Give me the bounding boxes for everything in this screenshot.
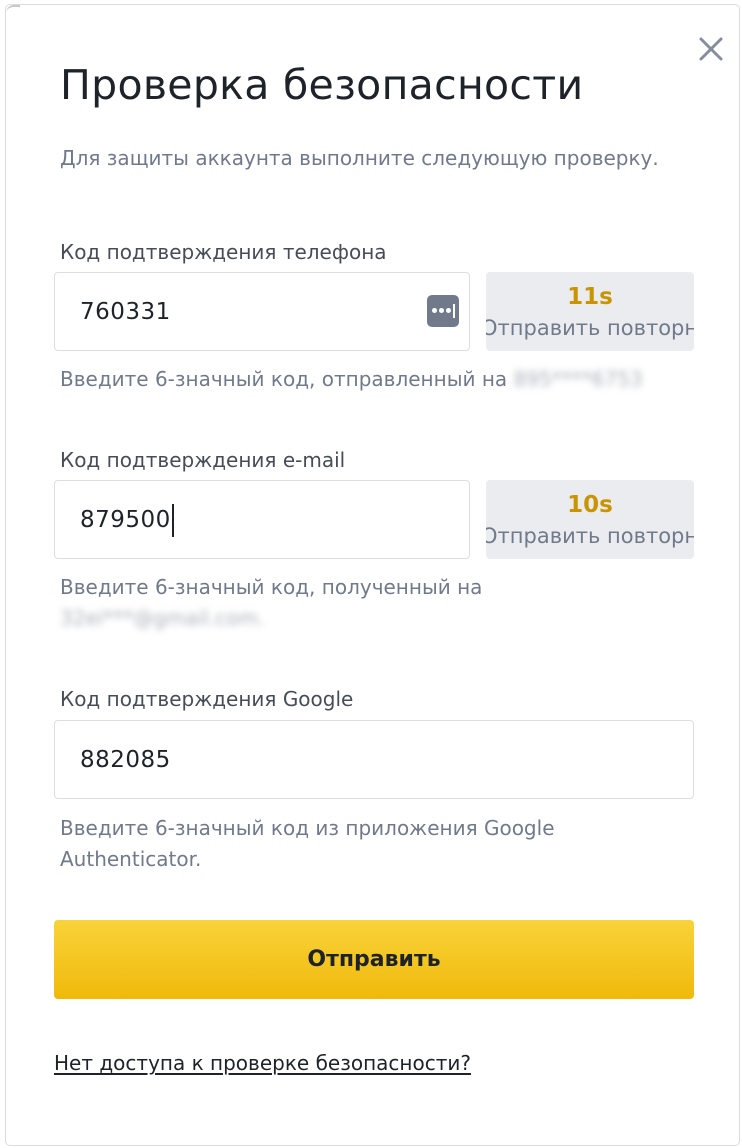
close-icon xyxy=(699,37,723,61)
phone-resend-timer: 11s xyxy=(567,284,613,310)
email-hint-text: Введите 6-значный код, полученный на xyxy=(60,575,483,599)
phone-resend-button[interactable]: 11s Отправить повторно xyxy=(486,272,694,351)
phone-code-hint: Введите 6-значный код, отправленный на 8… xyxy=(60,364,643,395)
password-manager-icon[interactable] xyxy=(427,295,459,327)
google-code-label: Код подтверждения Google xyxy=(60,687,354,711)
modal-subtitle: Для защиты аккаунта выполните следующую … xyxy=(60,146,659,170)
google-code-input[interactable] xyxy=(80,721,380,798)
email-code-hint: Введите 6-значный код, полученный на 32e… xyxy=(60,572,660,634)
phone-code-input[interactable] xyxy=(80,273,380,350)
email-resend-timer: 10s xyxy=(567,492,613,518)
submit-button[interactable]: Отправить xyxy=(54,920,694,999)
phone-code-field[interactable] xyxy=(54,272,470,351)
google-code-field[interactable] xyxy=(54,720,694,799)
email-code-input[interactable] xyxy=(80,481,380,558)
google-code-hint: Введите 6-значный код из приложения Goog… xyxy=(60,816,555,871)
phone-code-label: Код подтверждения телефона xyxy=(60,240,387,264)
email-code-label: Код подтверждения e-mail xyxy=(60,448,346,472)
security-verification-modal: Проверка безопасности Для защиты аккаунт… xyxy=(5,4,740,1146)
modal-corner-decoration xyxy=(6,5,20,13)
email-resend-label: Отправить повторно xyxy=(486,524,694,548)
modal-title: Проверка безопасности xyxy=(60,61,584,109)
masked-email-address: 32ei***@gmail.com. xyxy=(60,606,265,630)
phone-resend-label: Отправить повторно xyxy=(486,316,694,340)
no-access-help-link[interactable]: Нет доступа к проверке безопасности? xyxy=(54,1051,471,1075)
phone-hint-text: Введите 6-значный код, отправленный на xyxy=(60,367,508,391)
text-cursor xyxy=(172,504,174,537)
email-code-field[interactable] xyxy=(54,480,470,559)
masked-phone-number: 895****6753 xyxy=(513,367,643,391)
email-resend-button[interactable]: 10s Отправить повторно xyxy=(486,480,694,559)
close-button[interactable] xyxy=(695,33,727,65)
